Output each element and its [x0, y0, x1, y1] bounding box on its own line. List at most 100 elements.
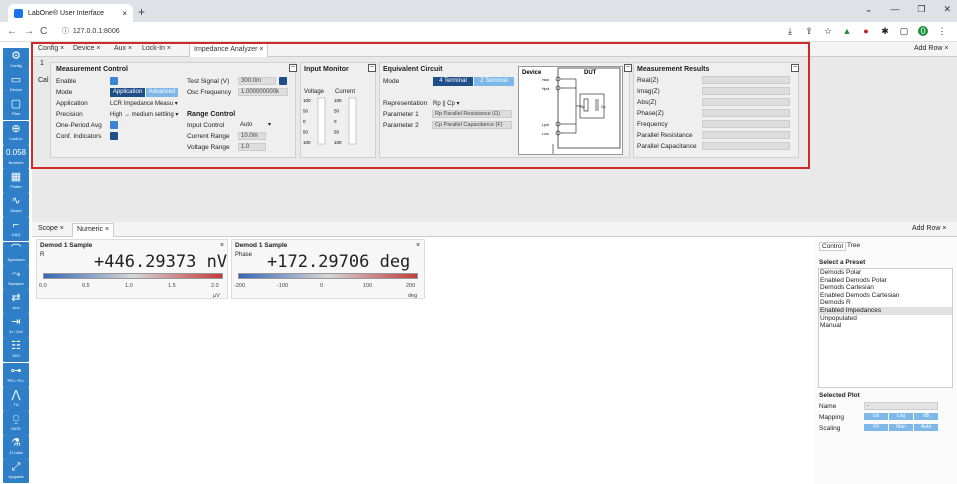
preset-item[interactable]: Demods R — [819, 299, 952, 307]
scaling-fit-button[interactable]: Fit — [864, 424, 888, 431]
tab-impedance-analyzer[interactable]: Impedance Analyzer × — [189, 43, 269, 57]
address-bar: ← → C ⓘ 127.0.0.1:8006 ⤓ ⇪ ☆ ▲ ● ✱ ▢ 0 ⋮ — [0, 22, 957, 42]
star-icon[interactable]: ☆ — [823, 26, 833, 36]
osc-frequency-input[interactable]: 1.000000000k — [238, 88, 288, 96]
sidebar-item-aux[interactable]: ⇄ Aux — [3, 290, 29, 314]
forward-icon[interactable]: → — [24, 26, 34, 37]
collapse-icon[interactable]: − — [791, 64, 799, 72]
collapse-icon[interactable]: − — [624, 64, 632, 72]
enable-checkbox[interactable] — [110, 77, 118, 85]
hcur-label: Hcur — [542, 78, 550, 82]
back-icon[interactable]: ← — [7, 26, 17, 37]
four-terminal-button[interactable]: 4 Terminal — [433, 77, 473, 86]
share-icon[interactable]: ⇪ — [804, 26, 814, 36]
download-icon[interactable]: ⤓ — [785, 26, 795, 36]
menu-icon[interactable]: ⋮ — [937, 26, 947, 36]
sidebar-item-plotter[interactable]: ▦ Plotter — [3, 169, 29, 193]
preset-item[interactable]: Manual — [819, 322, 952, 330]
tab-device[interactable]: Device × — [73, 45, 100, 52]
close-window-icon[interactable]: ✕ — [943, 4, 951, 15]
sidebar-item-config[interactable]: ⚙ Config — [3, 48, 29, 72]
preset-item[interactable]: Enabled Demods Polar — [819, 277, 952, 285]
sidebar-item-files[interactable]: ▢ Files — [3, 96, 29, 121]
preset-item[interactable]: Demods Polar — [819, 269, 952, 277]
tab-numeric[interactable]: Numeric × — [72, 223, 115, 237]
tab-lockin[interactable]: Lock-In × — [142, 45, 171, 52]
close-icon[interactable]: × — [220, 242, 224, 249]
sidebar-item-mod[interactable]: ⍜ MOD — [3, 411, 29, 435]
close-tab-icon[interactable]: × — [122, 9, 127, 18]
sidebar-item-spectrum[interactable]: ⌒ Spectrum — [3, 241, 29, 266]
tab-scope[interactable]: Scope × — [38, 225, 64, 232]
collapse-icon[interactable]: − — [289, 64, 297, 72]
tab-tree[interactable]: Tree — [847, 242, 860, 249]
preset-item[interactable]: Unpopulated — [819, 315, 952, 323]
browser-tab[interactable]: LabOne® User Interface × — [8, 4, 133, 22]
shield-icon[interactable]: ● — [861, 26, 871, 36]
minimize-icon[interactable]: — — [890, 4, 899, 15]
tu-icon: ⋀ — [11, 388, 21, 401]
conf-indicators-checkbox[interactable] — [110, 132, 118, 140]
input-control-select[interactable]: Auto — [240, 122, 252, 128]
test-signal-toggle[interactable] — [279, 77, 287, 85]
sidebar-item-upgrade[interactable]: ⤢ Upgrade — [3, 459, 29, 484]
sidebar-item-daq[interactable]: ⌐ DAQ — [3, 217, 29, 242]
sidebar-item-pid-pll[interactable]: ⊶ PID / PLL — [3, 362, 29, 387]
chevron-down-icon[interactable]: ⌄ — [865, 4, 873, 15]
preset-item[interactable]: Demods Cartesian — [819, 284, 952, 292]
mapping-log-button[interactable]: Log — [889, 413, 913, 420]
puzzle-icon[interactable]: ✱ — [880, 26, 890, 36]
scaling-auto-button[interactable]: Auto — [914, 424, 938, 431]
current-range-input[interactable]: 10.0m — [238, 132, 266, 140]
dut-label: DUT — [584, 70, 597, 76]
close-icon[interactable]: × — [416, 242, 420, 249]
sidebar-item-zi-labs[interactable]: ⚗ ZI Labs — [3, 435, 29, 460]
two-terminal-button[interactable]: 2 Terminal — [474, 77, 514, 86]
mapping-db-button[interactable]: dB — [914, 413, 938, 420]
mapping-lin-button[interactable]: Lin — [864, 413, 888, 420]
parameter1-select[interactable]: Rp Parallel Resistance (Ω) — [432, 110, 512, 118]
tab-control[interactable]: Control — [819, 242, 846, 251]
sidebar-item-tu[interactable]: ⋀ TU — [3, 386, 29, 411]
result-label: Real(Z) — [637, 77, 659, 84]
monitor-tick-label: 0 — [303, 119, 306, 124]
tab-aux[interactable]: Aux × — [114, 45, 132, 52]
parameter2-select[interactable]: Cp Parallel Capacitance (F) — [432, 121, 512, 129]
one-period-avg-checkbox[interactable] — [110, 121, 118, 129]
result-label: Parallel Capacitance — [637, 143, 697, 150]
advanced-mode-button[interactable]: Advanced — [146, 88, 178, 97]
sidebar-item-scope[interactable]: ∿ Scope — [3, 193, 29, 218]
add-row-bottom[interactable]: Add Row × — [912, 225, 946, 232]
add-row-top[interactable]: Add Row × — [914, 45, 948, 52]
sidebar-item-sweeper[interactable]: ⤳ Sweeper — [3, 265, 29, 290]
new-tab-icon[interactable]: + — [138, 5, 145, 19]
maximize-icon[interactable]: ❐ — [917, 4, 925, 15]
test-signal-input[interactable]: 300.0m — [238, 77, 276, 85]
sidebar-item-dio[interactable]: ☷ DIO — [3, 338, 29, 363]
input-control-dropdown-icon[interactable]: ▾ — [268, 121, 271, 128]
sidepanel-icon[interactable]: ▢ — [899, 26, 909, 36]
sidebar-item-in-out[interactable]: ⇥ In / Out — [3, 314, 29, 339]
sidebar-item-label: Device — [9, 87, 23, 93]
reload-icon[interactable]: C — [40, 26, 47, 37]
sidebar-item-lock-in[interactable]: ⊕ Lock-in — [3, 120, 29, 145]
precision-select[interactable]: High → medium settling ▾ — [110, 111, 178, 118]
application-mode-button[interactable]: Application — [110, 88, 145, 97]
tab-config[interactable]: Config × — [38, 45, 64, 52]
name-input[interactable]: - — [864, 402, 938, 410]
preset-item[interactable]: Enabled Impedances — [819, 306, 952, 315]
representation-select[interactable]: Rp || Cp ▾ — [433, 100, 511, 107]
url-field[interactable]: ⓘ 127.0.0.1:8006 — [62, 26, 120, 36]
voltage-range-input[interactable]: 1.0 — [238, 143, 266, 151]
application-select[interactable]: LCR Impedance Measu ▾ — [110, 100, 178, 107]
sidebar-item-label: Config — [10, 63, 22, 68]
numeric-sub: R — [40, 252, 45, 258]
numeric-value: +446.29373 nV — [94, 252, 228, 272]
profile-icon[interactable]: 0 — [918, 26, 928, 36]
scaling-man-button[interactable]: Man — [889, 424, 913, 431]
collapse-icon[interactable]: − — [368, 64, 376, 72]
sidebar-item-numeric[interactable]: 0.058 Numeric — [3, 144, 29, 169]
extension-icon[interactable]: ▲ — [842, 26, 852, 36]
preset-item[interactable]: Enabled Demods Cartesian — [819, 292, 952, 300]
sidebar-item-device[interactable]: ▭ Device — [3, 72, 29, 97]
